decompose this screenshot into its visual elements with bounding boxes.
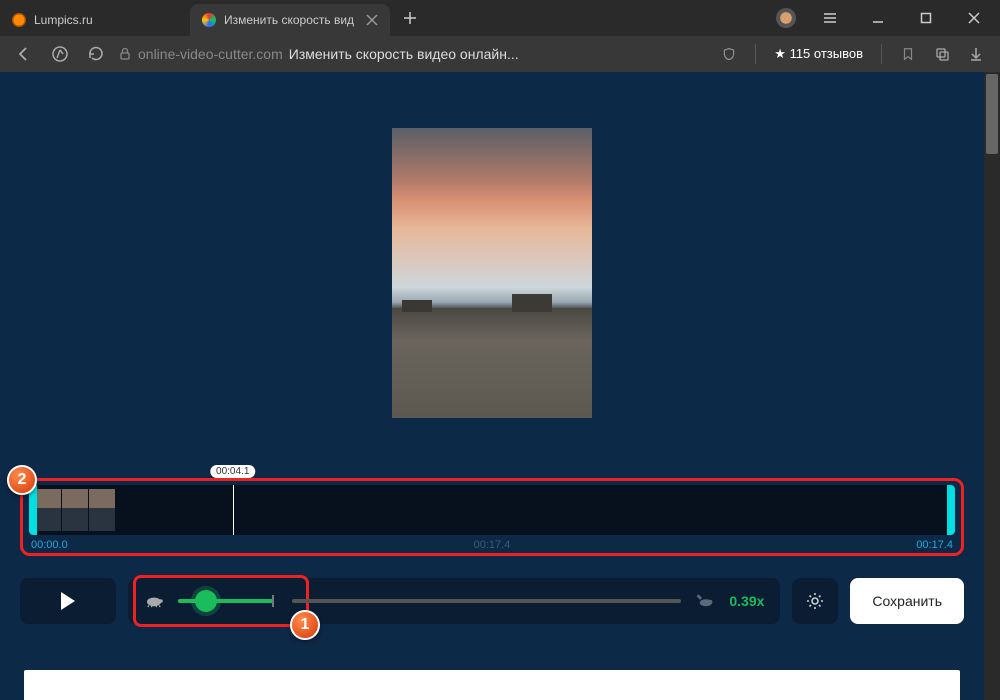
close-icon[interactable] (366, 14, 378, 26)
video-preview-area (0, 72, 984, 478)
tab-strip: Lumpics.ru Изменить скорость вид (0, 0, 772, 36)
timeline-times: 00:00.0 00:17.4 00:17.4 (29, 539, 955, 551)
divider (881, 44, 882, 64)
speed-value: 0.39x (729, 593, 764, 609)
url-page-title: Изменить скорость видео онлайн... (289, 46, 519, 62)
timeline-track[interactable] (29, 485, 955, 535)
tab-title: Изменить скорость вид (224, 13, 358, 27)
speed-control-panel: 1 0.39x (128, 578, 780, 624)
speed-slider-slow[interactable] (178, 599, 274, 603)
save-label: Сохранить (872, 593, 942, 609)
download-icon[interactable] (962, 40, 990, 68)
shield-icon[interactable] (715, 40, 743, 68)
trim-handle-right[interactable] (947, 485, 955, 535)
profile-avatar-icon[interactable] (776, 8, 796, 28)
yandex-icon[interactable] (46, 40, 74, 68)
bookmark-icon[interactable] (894, 40, 922, 68)
settings-button[interactable] (792, 578, 838, 624)
tab-favicon-icon (12, 13, 26, 27)
time-end: 00:17.4 (916, 539, 953, 551)
tab-active[interactable]: Изменить скорость вид (190, 4, 390, 36)
content-panel-below (24, 670, 960, 700)
menu-icon[interactable] (808, 10, 852, 26)
vertical-scrollbar[interactable] (984, 72, 1000, 700)
divider (755, 44, 756, 64)
copy-icon[interactable] (928, 40, 956, 68)
window-controls (772, 0, 1000, 36)
play-button[interactable] (20, 578, 116, 624)
scroll-thumb[interactable] (986, 74, 998, 154)
play-icon (61, 592, 75, 610)
maximize-button[interactable] (904, 0, 948, 36)
reviews-badge[interactable]: ★ 115 отзывов (768, 46, 869, 62)
slider-thumb[interactable] (195, 590, 217, 612)
video-preview[interactable] (392, 128, 592, 418)
window-titlebar: Lumpics.ru Изменить скорость вид (0, 0, 1000, 36)
playhead[interactable] (233, 485, 234, 535)
time-start: 00:00.0 (31, 539, 68, 551)
tab-favicon-icon (202, 13, 216, 27)
minimize-button[interactable] (856, 0, 900, 36)
back-button[interactable] (10, 40, 38, 68)
reload-button[interactable] (82, 40, 110, 68)
save-button[interactable]: Сохранить (850, 578, 964, 624)
tab-inactive[interactable]: Lumpics.ru (0, 4, 190, 36)
new-tab-button[interactable] (396, 4, 424, 32)
annotation-badge-1: 1 (290, 610, 320, 640)
timeline-thumbnails (35, 489, 115, 531)
lock-icon (118, 47, 132, 61)
url-domain: online-video-cutter.com (138, 46, 283, 62)
addressbar-actions (894, 40, 990, 68)
bottom-toolbar: 1 0.39x (20, 578, 964, 624)
editor: 2 00:04.1 00:00.0 00:17.4 00:17.4 (0, 72, 984, 700)
gear-icon (805, 591, 825, 611)
annotation-badge-2: 2 (7, 465, 37, 495)
reviews-text: 115 отзывов (790, 46, 863, 61)
page-content: 2 00:04.1 00:00.0 00:17.4 00:17.4 (0, 72, 1000, 700)
url-field[interactable]: online-video-cutter.com Изменить скорост… (118, 46, 707, 62)
rabbit-icon (695, 594, 715, 608)
playhead-time-label: 00:04.1 (210, 465, 255, 478)
speed-slider-fast[interactable] (292, 599, 681, 603)
address-bar: online-video-cutter.com Изменить скорост… (0, 36, 1000, 72)
tab-title: Lumpics.ru (34, 13, 178, 27)
turtle-icon (144, 594, 164, 608)
timeline-section: 2 00:04.1 00:00.0 00:17.4 00:17.4 (20, 478, 964, 556)
close-button[interactable] (952, 0, 996, 36)
time-middle: 00:17.4 (474, 539, 511, 551)
